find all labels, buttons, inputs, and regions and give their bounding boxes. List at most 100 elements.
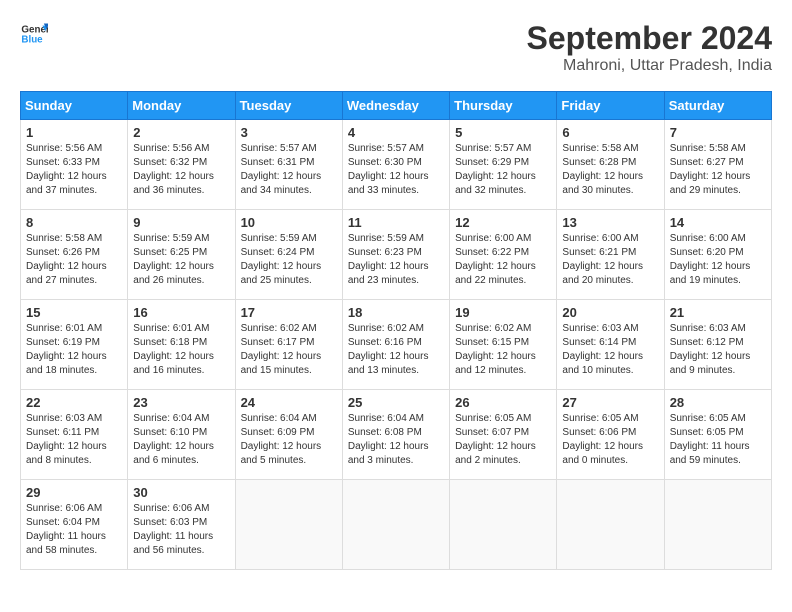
- day-number: 30: [133, 485, 229, 500]
- day-number: 12: [455, 215, 551, 230]
- calendar-cell: [557, 480, 664, 570]
- weekday-header-row: Sunday Monday Tuesday Wednesday Thursday…: [21, 92, 772, 120]
- calendar-cell: 22 Sunrise: 6:03 AMSunset: 6:11 PMDaylig…: [21, 390, 128, 480]
- day-info: Sunrise: 5:58 AMSunset: 6:26 PMDaylight:…: [26, 232, 122, 288]
- day-info: Sunrise: 6:05 AMSunset: 6:05 PMDaylight:…: [670, 412, 766, 468]
- day-number: 24: [241, 395, 337, 410]
- calendar-cell: 14 Sunrise: 6:00 AMSunset: 6:20 PMDaylig…: [664, 210, 771, 300]
- calendar-cell: 7 Sunrise: 5:58 AMSunset: 6:27 PMDayligh…: [664, 120, 771, 210]
- calendar-cell: 8 Sunrise: 5:58 AMSunset: 6:26 PMDayligh…: [21, 210, 128, 300]
- calendar-cell: 3 Sunrise: 5:57 AMSunset: 6:31 PMDayligh…: [235, 120, 342, 210]
- page-header: General Blue September 2024 Mahroni, Utt…: [20, 20, 772, 75]
- day-number: 3: [241, 125, 337, 140]
- calendar-cell: 27 Sunrise: 6:05 AMSunset: 6:06 PMDaylig…: [557, 390, 664, 480]
- day-info: Sunrise: 6:03 AMSunset: 6:12 PMDaylight:…: [670, 322, 766, 378]
- day-number: 20: [562, 305, 658, 320]
- calendar-cell: 1 Sunrise: 5:56 AMSunset: 6:33 PMDayligh…: [21, 120, 128, 210]
- week-row-4: 22 Sunrise: 6:03 AMSunset: 6:11 PMDaylig…: [21, 390, 772, 480]
- day-info: Sunrise: 6:03 AMSunset: 6:14 PMDaylight:…: [562, 322, 658, 378]
- day-info: Sunrise: 6:06 AMSunset: 6:03 PMDaylight:…: [133, 502, 229, 558]
- calendar-cell: 20 Sunrise: 6:03 AMSunset: 6:14 PMDaylig…: [557, 300, 664, 390]
- header-sunday: Sunday: [21, 92, 128, 120]
- day-info: Sunrise: 5:56 AMSunset: 6:32 PMDaylight:…: [133, 142, 229, 198]
- day-info: Sunrise: 6:03 AMSunset: 6:11 PMDaylight:…: [26, 412, 122, 468]
- day-number: 22: [26, 395, 122, 410]
- calendar-cell: 24 Sunrise: 6:04 AMSunset: 6:09 PMDaylig…: [235, 390, 342, 480]
- day-number: 1: [26, 125, 122, 140]
- header-thursday: Thursday: [450, 92, 557, 120]
- day-info: Sunrise: 6:01 AMSunset: 6:19 PMDaylight:…: [26, 322, 122, 378]
- day-number: 13: [562, 215, 658, 230]
- day-number: 29: [26, 485, 122, 500]
- day-info: Sunrise: 6:00 AMSunset: 6:20 PMDaylight:…: [670, 232, 766, 288]
- calendar-cell: 16 Sunrise: 6:01 AMSunset: 6:18 PMDaylig…: [128, 300, 235, 390]
- week-row-5: 29 Sunrise: 6:06 AMSunset: 6:04 PMDaylig…: [21, 480, 772, 570]
- day-number: 16: [133, 305, 229, 320]
- day-number: 25: [348, 395, 444, 410]
- day-number: 19: [455, 305, 551, 320]
- day-info: Sunrise: 6:01 AMSunset: 6:18 PMDaylight:…: [133, 322, 229, 378]
- calendar-cell: 2 Sunrise: 5:56 AMSunset: 6:32 PMDayligh…: [128, 120, 235, 210]
- day-number: 21: [670, 305, 766, 320]
- day-info: Sunrise: 6:05 AMSunset: 6:07 PMDaylight:…: [455, 412, 551, 468]
- header-tuesday: Tuesday: [235, 92, 342, 120]
- calendar-cell: [235, 480, 342, 570]
- day-info: Sunrise: 5:59 AMSunset: 6:23 PMDaylight:…: [348, 232, 444, 288]
- day-number: 23: [133, 395, 229, 410]
- day-number: 7: [670, 125, 766, 140]
- week-row-2: 8 Sunrise: 5:58 AMSunset: 6:26 PMDayligh…: [21, 210, 772, 300]
- calendar-cell: [664, 480, 771, 570]
- day-number: 8: [26, 215, 122, 230]
- month-title: September 2024: [527, 20, 772, 57]
- day-info: Sunrise: 5:57 AMSunset: 6:31 PMDaylight:…: [241, 142, 337, 198]
- day-number: 27: [562, 395, 658, 410]
- calendar: Sunday Monday Tuesday Wednesday Thursday…: [20, 91, 772, 570]
- calendar-cell: 21 Sunrise: 6:03 AMSunset: 6:12 PMDaylig…: [664, 300, 771, 390]
- day-info: Sunrise: 6:02 AMSunset: 6:16 PMDaylight:…: [348, 322, 444, 378]
- header-saturday: Saturday: [664, 92, 771, 120]
- day-info: Sunrise: 6:06 AMSunset: 6:04 PMDaylight:…: [26, 502, 122, 558]
- day-number: 5: [455, 125, 551, 140]
- logo-icon: General Blue: [20, 20, 48, 48]
- calendar-cell: 23 Sunrise: 6:04 AMSunset: 6:10 PMDaylig…: [128, 390, 235, 480]
- calendar-cell: 15 Sunrise: 6:01 AMSunset: 6:19 PMDaylig…: [21, 300, 128, 390]
- day-info: Sunrise: 6:02 AMSunset: 6:15 PMDaylight:…: [455, 322, 551, 378]
- logo: General Blue: [20, 20, 48, 48]
- calendar-cell: 17 Sunrise: 6:02 AMSunset: 6:17 PMDaylig…: [235, 300, 342, 390]
- calendar-cell: 11 Sunrise: 5:59 AMSunset: 6:23 PMDaylig…: [342, 210, 449, 300]
- day-info: Sunrise: 6:02 AMSunset: 6:17 PMDaylight:…: [241, 322, 337, 378]
- calendar-cell: 12 Sunrise: 6:00 AMSunset: 6:22 PMDaylig…: [450, 210, 557, 300]
- calendar-body: 1 Sunrise: 5:56 AMSunset: 6:33 PMDayligh…: [21, 120, 772, 570]
- day-info: Sunrise: 5:58 AMSunset: 6:27 PMDaylight:…: [670, 142, 766, 198]
- calendar-cell: 18 Sunrise: 6:02 AMSunset: 6:16 PMDaylig…: [342, 300, 449, 390]
- calendar-cell: 13 Sunrise: 6:00 AMSunset: 6:21 PMDaylig…: [557, 210, 664, 300]
- calendar-cell: 4 Sunrise: 5:57 AMSunset: 6:30 PMDayligh…: [342, 120, 449, 210]
- location: Mahroni, Uttar Pradesh, India: [527, 57, 772, 75]
- week-row-3: 15 Sunrise: 6:01 AMSunset: 6:19 PMDaylig…: [21, 300, 772, 390]
- calendar-cell: 25 Sunrise: 6:04 AMSunset: 6:08 PMDaylig…: [342, 390, 449, 480]
- day-number: 15: [26, 305, 122, 320]
- calendar-cell: 19 Sunrise: 6:02 AMSunset: 6:15 PMDaylig…: [450, 300, 557, 390]
- calendar-cell: 9 Sunrise: 5:59 AMSunset: 6:25 PMDayligh…: [128, 210, 235, 300]
- week-row-1: 1 Sunrise: 5:56 AMSunset: 6:33 PMDayligh…: [21, 120, 772, 210]
- day-number: 9: [133, 215, 229, 230]
- day-number: 4: [348, 125, 444, 140]
- day-number: 6: [562, 125, 658, 140]
- day-number: 11: [348, 215, 444, 230]
- day-number: 17: [241, 305, 337, 320]
- calendar-cell: 28 Sunrise: 6:05 AMSunset: 6:05 PMDaylig…: [664, 390, 771, 480]
- day-info: Sunrise: 6:00 AMSunset: 6:22 PMDaylight:…: [455, 232, 551, 288]
- day-info: Sunrise: 5:59 AMSunset: 6:24 PMDaylight:…: [241, 232, 337, 288]
- day-number: 26: [455, 395, 551, 410]
- day-info: Sunrise: 5:58 AMSunset: 6:28 PMDaylight:…: [562, 142, 658, 198]
- day-info: Sunrise: 6:00 AMSunset: 6:21 PMDaylight:…: [562, 232, 658, 288]
- day-info: Sunrise: 5:56 AMSunset: 6:33 PMDaylight:…: [26, 142, 122, 198]
- calendar-cell: 10 Sunrise: 5:59 AMSunset: 6:24 PMDaylig…: [235, 210, 342, 300]
- calendar-cell: 26 Sunrise: 6:05 AMSunset: 6:07 PMDaylig…: [450, 390, 557, 480]
- calendar-cell: [342, 480, 449, 570]
- day-info: Sunrise: 6:05 AMSunset: 6:06 PMDaylight:…: [562, 412, 658, 468]
- day-info: Sunrise: 5:57 AMSunset: 6:29 PMDaylight:…: [455, 142, 551, 198]
- header-wednesday: Wednesday: [342, 92, 449, 120]
- svg-text:Blue: Blue: [21, 34, 43, 45]
- day-number: 10: [241, 215, 337, 230]
